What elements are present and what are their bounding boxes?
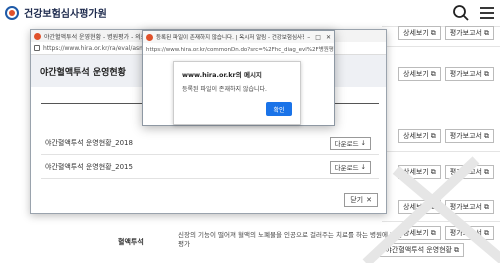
alert-titlebar[interactable]: 등록된 파일이 존재하지 않습니다. | 옥시저 알림 - 건강보험심사평가원 … — [143, 31, 334, 43]
close-button[interactable]: 닫기 ✕ — [344, 193, 378, 207]
copy-icon: ⧉ — [484, 131, 489, 140]
site-header: 건강보험심사평가원 — [0, 0, 500, 26]
copy-icon: ⧉ — [484, 69, 489, 78]
search-icon[interactable] — [452, 4, 470, 22]
hamburger-menu-icon[interactable] — [478, 4, 496, 22]
copy-icon: ⧉ — [430, 28, 436, 37]
download-arrow-icon: ↓ — [360, 139, 366, 147]
file-name: 야간혈액투석 운영현황_2015 — [45, 163, 133, 171]
detail-button[interactable]: 상세보기 ⧉ — [398, 67, 441, 81]
eval-item-label: 혈액투석 — [118, 238, 144, 246]
report-button[interactable]: 평가보고서 ⧉ — [444, 129, 494, 143]
file-row: 야간혈액투석 운영현황_2015 다운로드 ↓ — [41, 156, 379, 179]
logo-mark-icon — [5, 5, 19, 20]
site-logo[interactable]: 건강보험심사평가원 — [5, 5, 107, 20]
minimize-icon[interactable]: – — [307, 34, 310, 41]
alert-address-bar[interactable]: https://www.hira.or.kr/commonDn.do?src=%… — [143, 43, 334, 55]
divider — [382, 46, 500, 47]
popup-title: 야간혈액투석 운영현황 — [40, 67, 126, 78]
file-row: 야간혈액투석 운영현황_2018 다운로드 ↓ — [41, 132, 379, 155]
download-button[interactable]: 다운로드 ↓ — [329, 136, 371, 150]
report-button[interactable]: 평가보고서 ⧉ — [444, 26, 494, 40]
copy-icon: ⧉ — [430, 131, 436, 140]
eval-row-actions: 상세보기 ⧉ 평가보고서 ⧉ — [398, 129, 494, 143]
alert-host-title: www.hira.or.kr의 메시지 — [182, 71, 262, 79]
close-icon: ✕ — [366, 196, 372, 204]
download-arrow-icon: ↓ — [360, 163, 366, 171]
alert-url: https://www.hira.or.kr/commonDn.do?src=%… — [146, 46, 334, 53]
file-name: 야간혈액투석 운영현황_2018 — [45, 139, 133, 147]
logo-text: 건강보험심사평가원 — [24, 9, 107, 20]
site-favicon-icon — [146, 33, 153, 41]
report-button[interactable]: 평가보고서 ⧉ — [444, 67, 494, 81]
alert-window: 등록된 파일이 존재하지 않습니다. | 옥시저 알림 - 건강보험심사평가원 … — [142, 30, 335, 126]
detail-button[interactable]: 상세보기 ⧉ — [398, 129, 441, 143]
lock-icon — [34, 45, 40, 51]
maximize-icon[interactable]: □ — [315, 34, 321, 41]
detail-button[interactable]: 상세보기 ⧉ — [398, 26, 441, 40]
eval-row-actions: 상세보기 ⧉ 평가보고서 ⧉ — [398, 67, 494, 81]
download-button[interactable]: 다운로드 ↓ — [329, 160, 371, 174]
site-favicon-icon — [34, 32, 41, 40]
alert-window-title: 등록된 파일이 존재하지 않습니다. | 옥시저 알림 - 건강보험심사평가원 … — [156, 35, 304, 41]
ok-button[interactable]: 확인 — [266, 102, 292, 116]
alert-dialog: www.hira.or.kr의 메시지 등록된 파일이 존재하지 않습니다. 확… — [173, 61, 301, 125]
copy-icon: ⧉ — [484, 28, 489, 37]
copy-icon: ⧉ — [430, 69, 436, 78]
close-icon[interactable]: ✕ — [326, 34, 331, 41]
eval-row-actions: 상세보기 ⧉ 평가보고서 ⧉ — [398, 26, 494, 40]
alert-message: 등록된 파일이 존재하지 않습니다. — [182, 86, 267, 93]
